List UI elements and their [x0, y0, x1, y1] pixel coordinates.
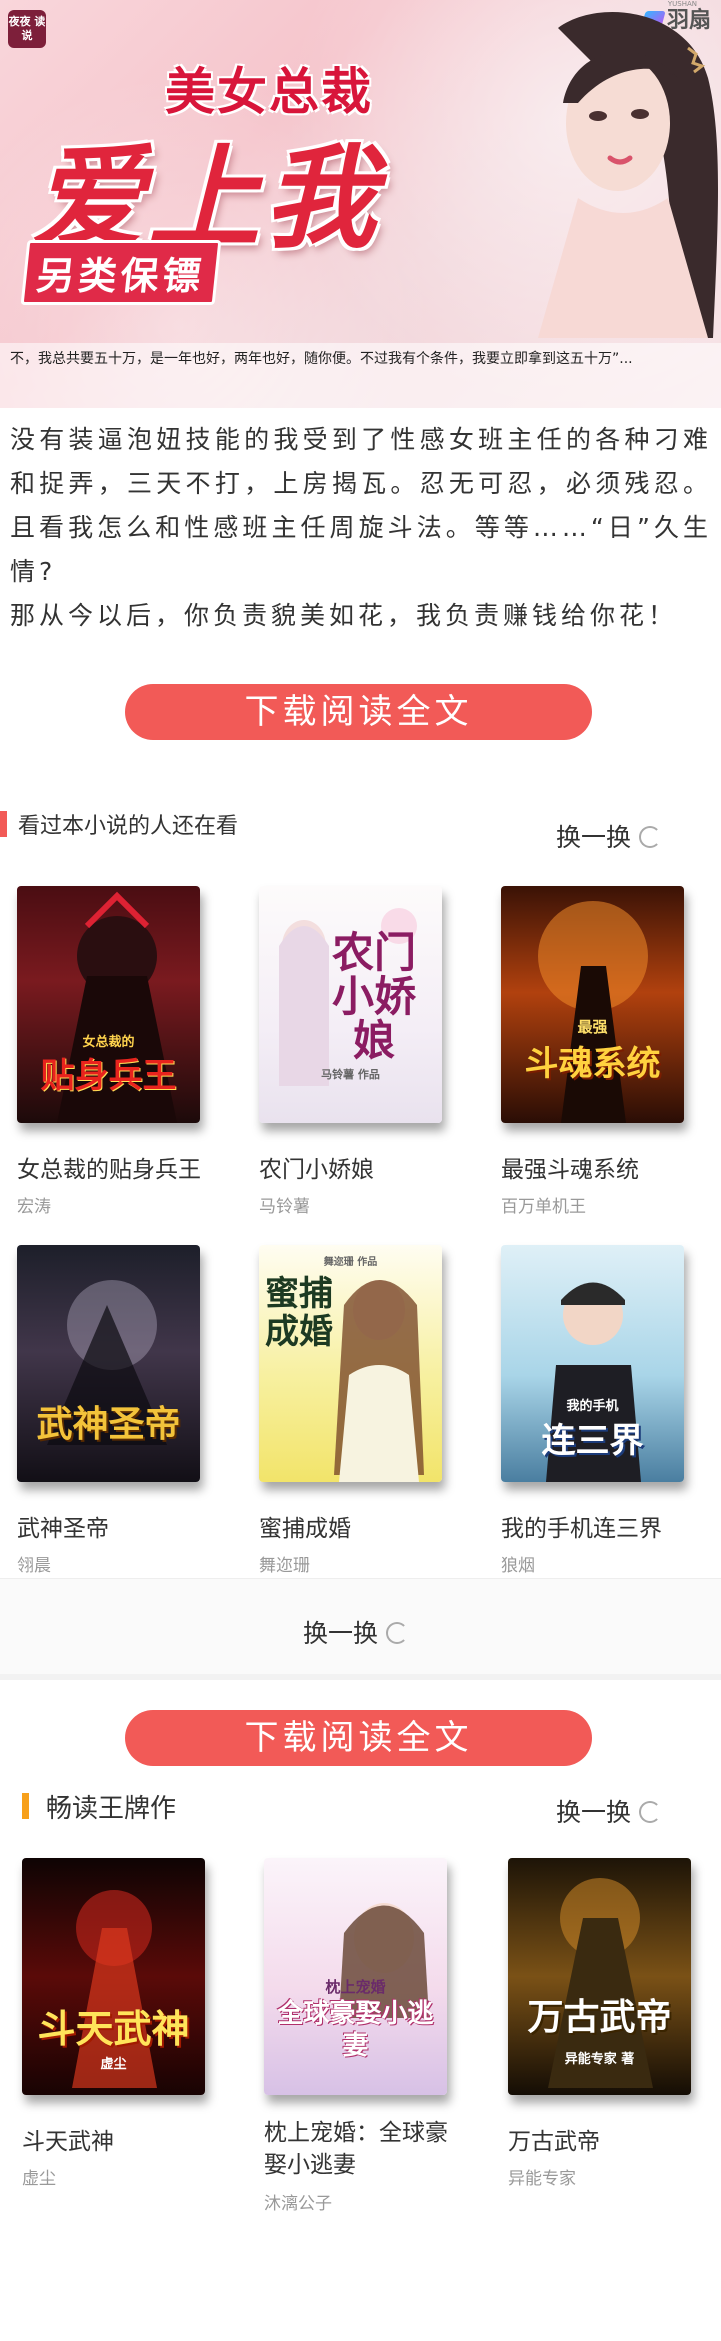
book-cover: 斗天武神 虚尘 — [22, 1858, 205, 2095]
book-card[interactable]: 蜜捕成婚 舞迩珊 作品 蜜捕成婚 舞迩珊 — [259, 1245, 449, 1576]
book-title: 斗天武神 — [22, 2129, 114, 2155]
cover-subtitle: 马铃薯 作品 — [321, 1068, 380, 1081]
book-cover: 女总裁的 贴身兵王 — [17, 886, 200, 1123]
cover-subtitle: 虚尘 — [100, 2057, 127, 2072]
heroine-illustration — [538, 12, 718, 338]
book-card[interactable]: 最强 斗魂系统 最强斗魂系统 百万单机王 — [501, 886, 691, 1217]
book-author: 异能专家 — [508, 2169, 576, 2189]
book-card[interactable]: 农门小娇娘 马铃薯 作品 农门小娇娘 马铃薯 — [259, 886, 449, 1217]
swap-label: 换一换 — [556, 1798, 632, 1827]
book-cover: 蜜捕成婚 舞迩珊 作品 — [259, 1245, 442, 1482]
swap-label: 换一换 — [303, 1619, 379, 1648]
book-title: 蜜捕成婚 — [259, 1516, 351, 1542]
book-author: 宏涛 — [17, 1197, 51, 1217]
book-cover: 枕上宠婚 全球豪娶小逃妻 — [264, 1858, 447, 2095]
cover-title: 贴身兵王 — [40, 1056, 177, 1096]
book-title: 武神圣帝 — [17, 1516, 109, 1542]
book-author: 虚尘 — [22, 2169, 56, 2189]
download-read-button[interactable]: 下载阅读全文 — [125, 684, 592, 740]
refresh-icon — [639, 826, 662, 848]
hero-banner: 夜夜 读说 羽扇 YUSHAN 美女总裁 爱上我 另类保镖 不，我总共要五十万，… — [0, 0, 721, 408]
download-read-button[interactable]: 下载阅读全文 — [125, 1710, 592, 1766]
book-title: 农门小娇娘 — [259, 1157, 374, 1183]
cover-title: 斗魂系统 — [524, 1044, 661, 1084]
book-title: 枕上宠婚：全球豪娶小逃妻 — [264, 2120, 448, 2178]
cover-subtitle: 枕上宠婚 — [325, 1978, 386, 1996]
cover-subtitle: 最强 — [577, 1018, 608, 1036]
book-card[interactable]: 万古武帝 异能专家 著 万古武帝 异能专家 — [508, 1858, 698, 2189]
book-title: 万古武帝 — [508, 2129, 600, 2155]
book-intro: 没有装逼泡妞技能的我受到了性感女班主任的各种刁难和捉弄，三天不打，上房揭瓦。忍无… — [10, 418, 712, 638]
intro-paragraph-2: 那从今以后，你负责貌美如花，我负责赚钱给你花！ — [10, 601, 678, 630]
book-card[interactable]: 武神圣帝 武神圣帝 翎晨 — [17, 1245, 207, 1576]
swap-button[interactable]: 换一换 — [556, 818, 662, 854]
book-author: 百万单机王 — [501, 1197, 586, 1217]
section-marker — [22, 1793, 29, 1819]
book-title: 女总裁的贴身兵王 — [17, 1157, 201, 1183]
section-marker — [0, 811, 7, 837]
also-read-title: 看过本小说的人还在看 — [18, 814, 239, 839]
app-logo: 夜夜 读说 — [8, 10, 46, 48]
section-divider — [0, 1674, 721, 1680]
bottom-swap-button[interactable]: 换一换 — [303, 1614, 409, 1650]
refresh-icon — [639, 1801, 662, 1823]
cover-title: 连三界 — [541, 1421, 644, 1461]
book-title: 最强斗魂系统 — [501, 1157, 639, 1183]
book-card[interactable]: 女总裁的 贴身兵王 女总裁的贴身兵王 宏涛 — [17, 886, 207, 1217]
cover-title: 蜜捕成婚 — [265, 1274, 333, 1352]
cover-title: 全球豪娶小逃妻 — [277, 1999, 434, 2061]
book-cover: 农门小娇娘 马铃薯 作品 — [259, 886, 442, 1123]
book-author: 舞迩珊 — [259, 1556, 310, 1576]
book-author: 翎晨 — [17, 1556, 51, 1576]
banner-caption: 不，我总共要五十万，是一年也好，两年也好，随你便。不过我有个条件，我要立即拿到这… — [0, 343, 721, 408]
book-card[interactable]: 我的手机 连三界 我的手机连三界 狼烟 — [501, 1245, 691, 1576]
book-author: 沐漓公子 — [264, 2194, 332, 2214]
cover-title: 武神圣帝 — [36, 1404, 181, 1445]
cover-subtitle: 异能专家 著 — [564, 2052, 635, 2067]
book-author: 狼烟 — [501, 1556, 535, 1576]
cover-title: 斗天武神 — [37, 2007, 190, 2051]
book-cover: 最强 斗魂系统 — [501, 886, 684, 1123]
book-card[interactable]: 斗天武神 虚尘 斗天武神 虚尘 — [22, 1858, 212, 2189]
swap-button[interactable]: 换一换 — [556, 1793, 662, 1829]
book-cover: 我的手机 连三界 — [501, 1245, 684, 1482]
banner-title-line3: 另类保镖 — [20, 240, 222, 305]
book-title: 我的手机连三界 — [501, 1516, 662, 1542]
brand-small: YUSHAN — [667, 0, 697, 8]
swap-label: 换一换 — [556, 823, 632, 852]
cover-subtitle: 我的手机 — [566, 1399, 619, 1414]
book-author: 马铃薯 — [259, 1197, 310, 1217]
cover-subtitle: 舞迩珊 作品 — [323, 1257, 378, 1268]
cover-title: 农门小娇娘 — [331, 928, 416, 1065]
book-cover: 武神圣帝 — [17, 1245, 200, 1482]
book-card[interactable]: 枕上宠婚 全球豪娶小逃妻 枕上宠婚：全球豪娶小逃妻 沐漓公子 — [264, 1858, 454, 2214]
refresh-icon — [386, 1622, 409, 1644]
book-cover: 万古武帝 异能专家 著 — [508, 1858, 691, 2095]
cover-title: 万古武帝 — [527, 1997, 672, 2038]
intro-paragraph-1: 没有装逼泡妞技能的我受到了性感女班主任的各种刁难和捉弄，三天不打，上房揭瓦。忍无… — [10, 425, 712, 586]
cover-art — [538, 901, 648, 1123]
hot-title: 畅读王牌作 — [46, 1794, 177, 1824]
